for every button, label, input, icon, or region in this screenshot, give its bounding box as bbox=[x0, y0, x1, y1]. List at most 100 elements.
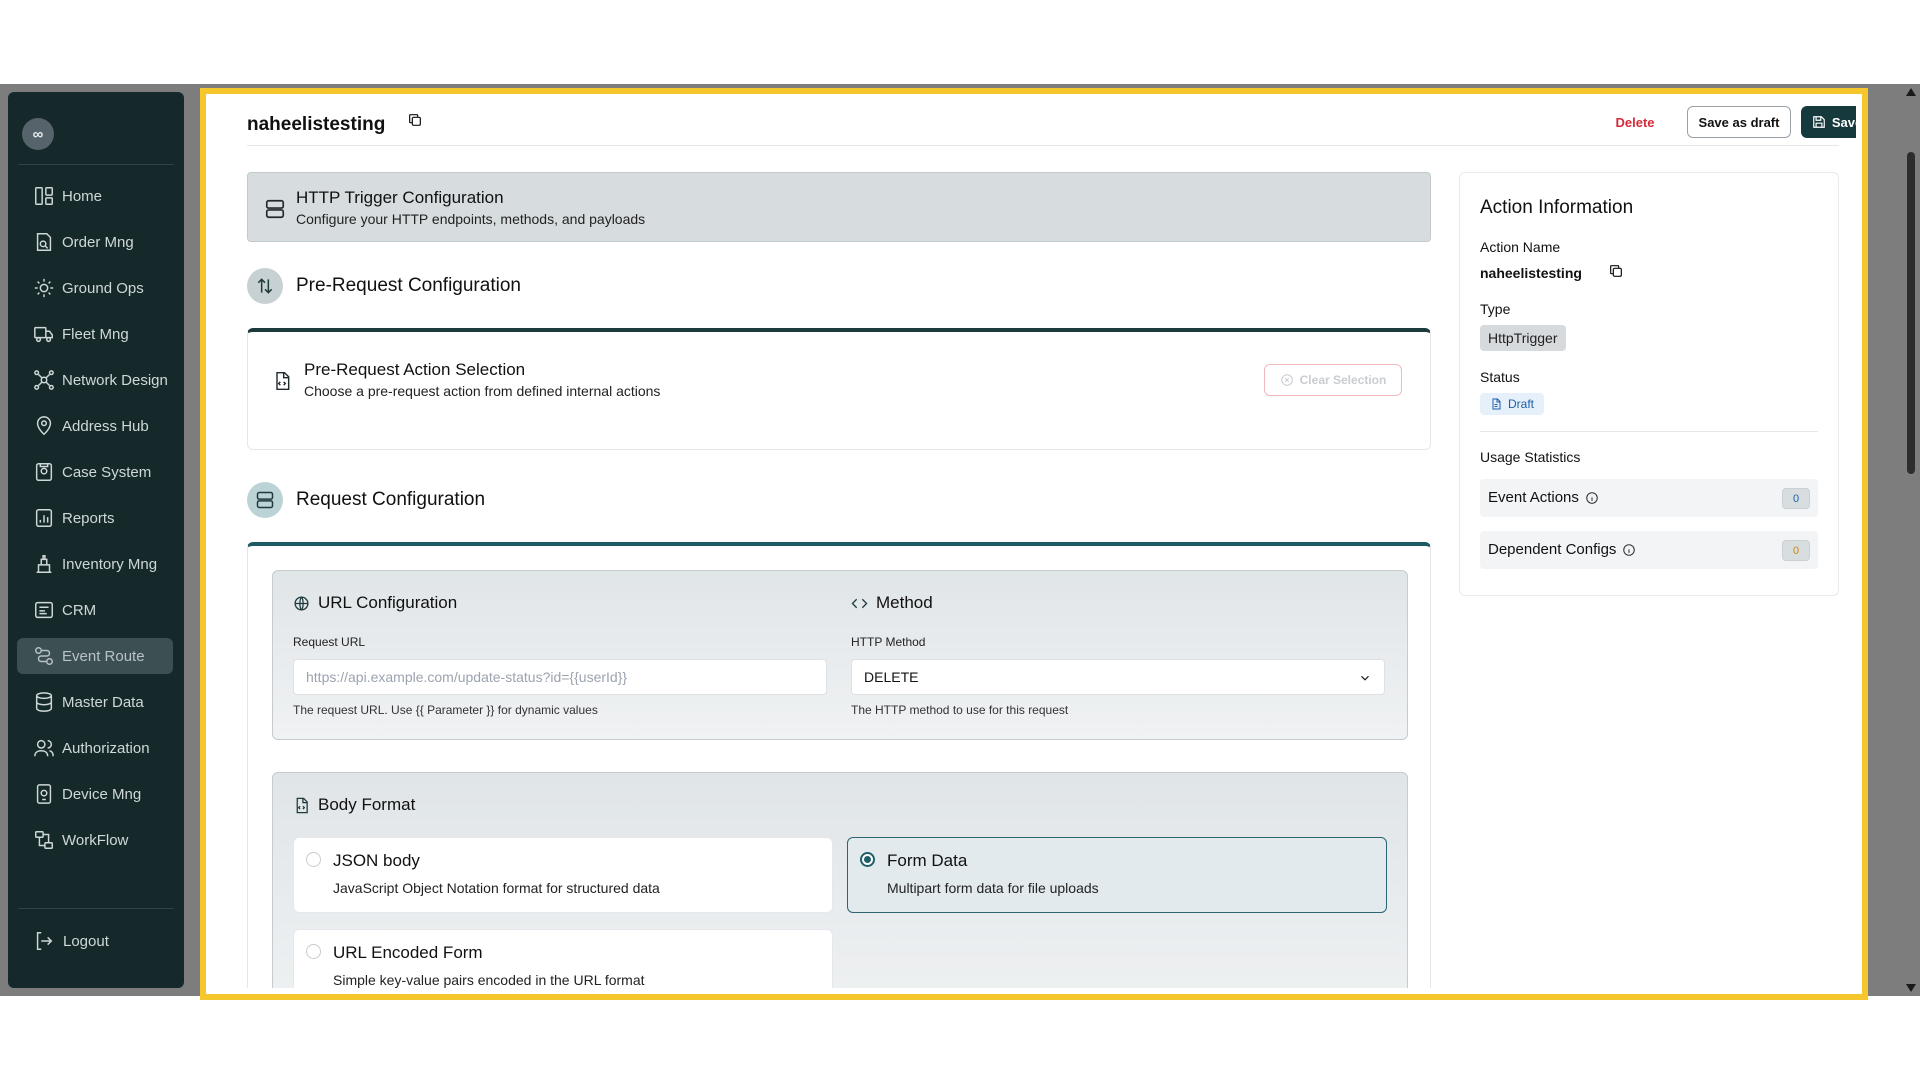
report-icon bbox=[35, 509, 53, 527]
sidebar-item-workflow[interactable]: WorkFlow bbox=[17, 822, 173, 858]
swap-vertical-icon bbox=[257, 278, 273, 294]
body-option-form-data[interactable]: Form Data Multipart form data for file u… bbox=[847, 837, 1387, 913]
body-format-heading: Body Format bbox=[293, 795, 415, 815]
method-heading: Method bbox=[851, 593, 933, 613]
status-label: Status bbox=[1480, 369, 1520, 385]
info-icon[interactable] bbox=[1585, 491, 1599, 505]
sidebar-item-home[interactable]: Home bbox=[17, 178, 173, 214]
scroll-thumb[interactable] bbox=[1907, 152, 1915, 474]
database-icon bbox=[35, 692, 53, 712]
sidebar-item-crm[interactable]: CRM bbox=[17, 592, 173, 628]
code-icon bbox=[851, 598, 868, 608]
scroll-up-arrow[interactable] bbox=[1906, 88, 1916, 96]
info-divider bbox=[1480, 431, 1818, 432]
radio-json[interactable] bbox=[306, 852, 321, 867]
http-method-label: HTTP Method bbox=[851, 635, 926, 649]
option-subtitle: JavaScript Object Notation format for st… bbox=[333, 880, 660, 896]
chevron-down-icon bbox=[1361, 675, 1369, 681]
info-icon[interactable] bbox=[1622, 543, 1636, 557]
order-icon bbox=[36, 233, 52, 251]
action-name-label: Action Name bbox=[1480, 239, 1561, 255]
network-icon bbox=[34, 370, 54, 390]
radio-url-encoded[interactable] bbox=[306, 944, 321, 959]
clear-selection-button[interactable]: Clear Selection bbox=[1264, 364, 1402, 396]
file-code-icon bbox=[296, 797, 308, 813]
save-draft-button[interactable]: Save as draft bbox=[1687, 106, 1791, 138]
sidebar-item-label: Master Data bbox=[62, 693, 144, 711]
section-icon-wrap bbox=[247, 268, 283, 304]
app-logo: ∞ bbox=[22, 118, 54, 150]
sidebar-item-label: Case System bbox=[62, 463, 152, 481]
sidebar-item-order-mng[interactable]: Order Mng bbox=[17, 224, 173, 260]
page-scrollbar[interactable] bbox=[1902, 84, 1920, 996]
close-circle-icon bbox=[1280, 374, 1293, 386]
logout-icon bbox=[36, 932, 53, 950]
route-icon bbox=[35, 647, 53, 665]
logout-label: Logout bbox=[63, 932, 109, 950]
request-url-label: Request URL bbox=[293, 635, 366, 649]
sidebar-divider bbox=[18, 164, 174, 165]
sidebar-item-network-design[interactable]: Network Design bbox=[17, 362, 173, 398]
action-info-title: Action Information bbox=[1480, 197, 1634, 218]
http-method-value: DELETE bbox=[864, 669, 919, 685]
radio-form-data[interactable] bbox=[860, 852, 875, 867]
body-option-json[interactable]: JSON body JavaScript Object Notation for… bbox=[293, 837, 833, 913]
users-icon bbox=[34, 739, 54, 757]
globe-icon bbox=[294, 595, 309, 611]
sidebar-item-reports[interactable]: Reports bbox=[17, 500, 173, 536]
stat-count-badge: 0 bbox=[1782, 540, 1810, 561]
sidebar-item-label: Authorization bbox=[62, 739, 150, 757]
delete-button[interactable]: Delete bbox=[1593, 106, 1677, 138]
sidebar-item-address-hub[interactable]: Address Hub bbox=[17, 408, 173, 444]
copy-icon[interactable] bbox=[407, 112, 423, 128]
clear-selection-label: Clear Selection bbox=[1299, 373, 1387, 387]
section-title: Request Configuration bbox=[296, 489, 486, 510]
sidebar-item-device-mng[interactable]: Device Mng bbox=[17, 776, 173, 812]
action-info-panel: Action Information Action Name naheelist… bbox=[1459, 172, 1839, 596]
sidebar-item-label: Ground Ops bbox=[62, 279, 144, 297]
request-section-header: Request Configuration bbox=[247, 482, 485, 518]
pre-request-subtitle: Choose a pre-request action from defined… bbox=[304, 383, 661, 399]
page-title: naheelistesting bbox=[247, 114, 386, 135]
section-title: Pre-Request Configuration bbox=[296, 275, 521, 296]
sidebar-item-case-system[interactable]: Case System bbox=[17, 454, 173, 490]
server-icon bbox=[265, 199, 285, 219]
stat-label: Dependent Configs bbox=[1488, 541, 1636, 558]
type-chip: HttpTrigger bbox=[1480, 325, 1566, 351]
ground-ops-icon bbox=[34, 278, 54, 298]
sidebar-item-event-route[interactable]: Event Route bbox=[17, 638, 173, 674]
sidebar-item-label: Home bbox=[62, 187, 103, 205]
scroll-down-arrow[interactable] bbox=[1906, 984, 1916, 992]
inventory-icon bbox=[36, 555, 52, 573]
sidebar-item-master-data[interactable]: Master Data bbox=[17, 684, 173, 720]
logout-button[interactable]: Logout bbox=[33, 930, 109, 952]
stat-row-event-actions: Event Actions 0 bbox=[1480, 479, 1818, 517]
copy-icon[interactable] bbox=[1608, 263, 1624, 279]
save-icon bbox=[1812, 116, 1825, 128]
sidebar-item-authorization[interactable]: Authorization bbox=[17, 730, 173, 766]
body-format-heading-label: Body Format bbox=[318, 795, 416, 814]
pre-request-section-header: Pre-Request Configuration bbox=[247, 268, 521, 304]
status-value: Draft bbox=[1508, 397, 1535, 411]
stat-label-text: Event Actions bbox=[1488, 489, 1579, 506]
sidebar-item-label: Address Hub bbox=[62, 417, 149, 435]
sidebar-item-fleet-mng[interactable]: Fleet Mng bbox=[17, 316, 173, 352]
main-content-highlight: naheelistesting Delete Save as draft Sav… bbox=[200, 88, 1868, 1000]
sidebar-item-label: WorkFlow bbox=[62, 831, 129, 849]
option-subtitle: Simple key-value pairs encoded in the UR… bbox=[333, 972, 645, 988]
save-button[interactable]: Save bbox=[1801, 106, 1856, 138]
sidebar-item-inventory-mng[interactable]: Inventory Mng bbox=[17, 546, 173, 582]
url-config-heading-label: URL Configuration bbox=[318, 593, 458, 612]
request-url-input[interactable]: https://api.example.com/update-status?id… bbox=[293, 659, 827, 695]
save-label: Save bbox=[1831, 114, 1856, 130]
main-content: naheelistesting Delete Save as draft Sav… bbox=[212, 100, 1856, 988]
stat-label: Event Actions bbox=[1488, 489, 1599, 506]
sidebar-item-label: Network Design bbox=[62, 371, 168, 389]
body-option-url-encoded[interactable]: URL Encoded Form Simple key-value pairs … bbox=[293, 929, 833, 988]
server-icon bbox=[256, 491, 274, 509]
page-header: naheelistesting Delete Save as draft Sav… bbox=[247, 100, 1856, 146]
http-method-select[interactable]: DELETE bbox=[851, 659, 1385, 695]
sidebar-item-label: Inventory Mng bbox=[62, 555, 158, 573]
banner-subtitle: Configure your HTTP endpoints, methods, … bbox=[296, 211, 646, 227]
sidebar-item-ground-ops[interactable]: Ground Ops bbox=[17, 270, 173, 306]
